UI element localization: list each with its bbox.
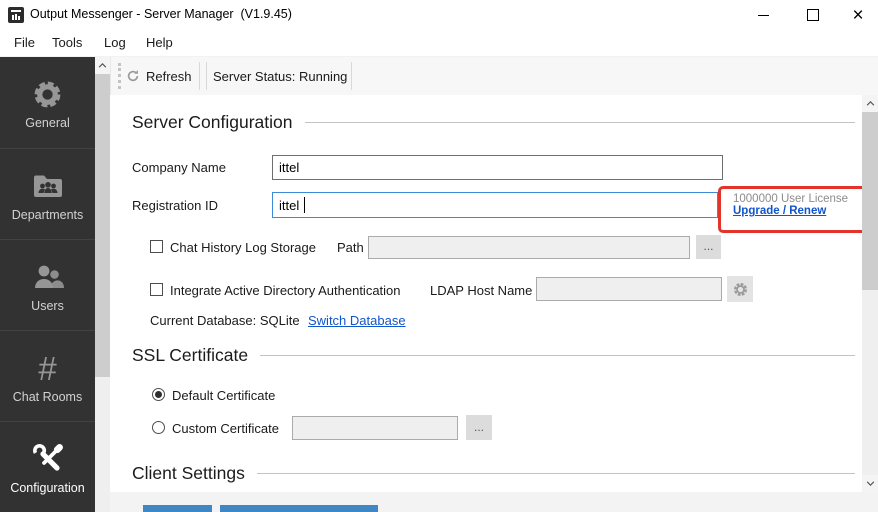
custom-certificate-label: Custom Certificate: [172, 421, 279, 436]
sidebar-label: Chat Rooms: [12, 390, 83, 404]
company-name-label: Company Name: [132, 160, 226, 175]
menu-bar: File Tools Log Help: [0, 30, 878, 57]
server-configuration-panel: Server Configuration Company Name Regist…: [110, 95, 868, 492]
company-name-input[interactable]: [272, 155, 723, 180]
action-button-2[interactable]: [220, 505, 378, 512]
sidebar-label: Configuration: [10, 481, 85, 495]
toolbar-separator: [351, 62, 352, 90]
section-client-settings: Client Settings: [132, 463, 855, 484]
section-ssl-certificate: SSL Certificate: [132, 345, 855, 366]
content-scrollbar[interactable]: [862, 95, 878, 492]
section-rule: [304, 122, 855, 123]
upgrade-renew-link[interactable]: Upgrade / Renew: [733, 205, 865, 217]
action-button-1[interactable]: [143, 505, 212, 512]
section-server-configuration: Server Configuration: [132, 112, 855, 133]
current-database-text: Current Database: SQLite: [150, 313, 300, 328]
toolbar-grip[interactable]: [118, 63, 121, 89]
ad-auth-checkbox[interactable]: [150, 283, 163, 296]
refresh-label: Refresh: [146, 68, 192, 84]
registration-id-label: Registration ID: [132, 198, 218, 213]
sidebar-label: Departments: [11, 208, 84, 222]
refresh-icon: [127, 70, 139, 82]
ldap-host-input[interactable]: [536, 277, 722, 301]
scroll-up-icon[interactable]: [95, 57, 110, 74]
chat-history-checkbox[interactable]: [150, 240, 163, 253]
section-rule: [256, 473, 855, 474]
path-label: Path: [337, 240, 364, 255]
sidebar-label: General: [25, 116, 70, 130]
sidebar-item-users[interactable]: Users: [0, 239, 95, 331]
refresh-button[interactable]: Refresh: [126, 63, 192, 89]
window-title: Output Messenger - Server Manager (V1.9.…: [30, 7, 292, 21]
text-caret: [304, 197, 305, 213]
section-title: Server Configuration: [132, 112, 293, 132]
path-input[interactable]: [368, 236, 690, 259]
menu-file[interactable]: File: [14, 35, 35, 50]
sidebar: General Departments Users # Chat Rooms C…: [0, 57, 95, 512]
close-button[interactable]: ×: [841, 2, 875, 28]
hash-icon: #: [38, 349, 57, 387]
menu-help[interactable]: Help: [146, 35, 173, 50]
title-bar[interactable]: Output Messenger - Server Manager (V1.9.…: [0, 0, 878, 30]
custom-certificate-radio[interactable]: [152, 421, 165, 434]
section-title: Client Settings: [132, 463, 245, 483]
users-icon: [0, 259, 95, 295]
toolbar-separator: [199, 62, 200, 90]
sidebar-item-general[interactable]: General: [0, 57, 95, 148]
menu-log[interactable]: Log: [104, 35, 126, 50]
ldap-settings-button[interactable]: [727, 276, 753, 302]
tools-icon: [0, 441, 95, 477]
registration-id-input[interactable]: [272, 192, 718, 218]
license-annotation-box: 1000000 User License Upgrade / Renew: [718, 186, 868, 233]
maximize-icon: [807, 9, 819, 21]
gear-icon: [0, 76, 95, 112]
sidebar-scrollbar[interactable]: [95, 57, 110, 512]
close-icon: ×: [852, 4, 864, 26]
default-certificate-label: Default Certificate: [172, 388, 276, 403]
content-scrollbar-thumb[interactable]: [862, 112, 878, 290]
scroll-up-icon[interactable]: [862, 95, 878, 112]
section-rule: [260, 355, 855, 356]
path-browse-button[interactable]: ...: [696, 235, 721, 259]
gear-icon: [733, 282, 747, 296]
chat-history-label: Chat History Log Storage: [170, 240, 316, 255]
departments-icon: [0, 168, 95, 204]
section-title: SSL Certificate: [132, 345, 249, 365]
toolbar: Refresh Server Status: Running: [110, 57, 878, 96]
ad-auth-label: Integrate Active Directory Authenticatio…: [170, 283, 401, 298]
ldap-host-label: LDAP Host Name: [430, 283, 533, 298]
switch-database-link[interactable]: Switch Database: [308, 313, 406, 328]
default-certificate-radio[interactable]: [152, 388, 165, 401]
bottom-action-bar: [110, 492, 878, 512]
maximize-button[interactable]: [796, 2, 830, 28]
minimize-button[interactable]: [746, 2, 780, 28]
toolbar-separator: [206, 62, 207, 90]
certificate-browse-button[interactable]: ...: [466, 415, 492, 440]
custom-certificate-input[interactable]: [292, 416, 458, 440]
sidebar-item-configuration[interactable]: Configuration: [0, 421, 95, 512]
app-window: Output Messenger - Server Manager (V1.9.…: [0, 0, 878, 512]
scroll-down-icon[interactable]: [862, 475, 878, 492]
sidebar-label: Users: [31, 299, 64, 313]
menu-tools[interactable]: Tools: [52, 35, 82, 50]
server-status: Server Status: Running: [213, 68, 348, 84]
app-icon: [8, 7, 24, 23]
sidebar-item-departments[interactable]: Departments: [0, 148, 95, 240]
sidebar-item-chat-rooms[interactable]: # Chat Rooms: [0, 330, 95, 422]
sidebar-scrollbar-thumb[interactable]: [95, 74, 110, 377]
license-count-text: 1000000 User License: [733, 193, 849, 205]
minimize-icon: [757, 14, 769, 16]
